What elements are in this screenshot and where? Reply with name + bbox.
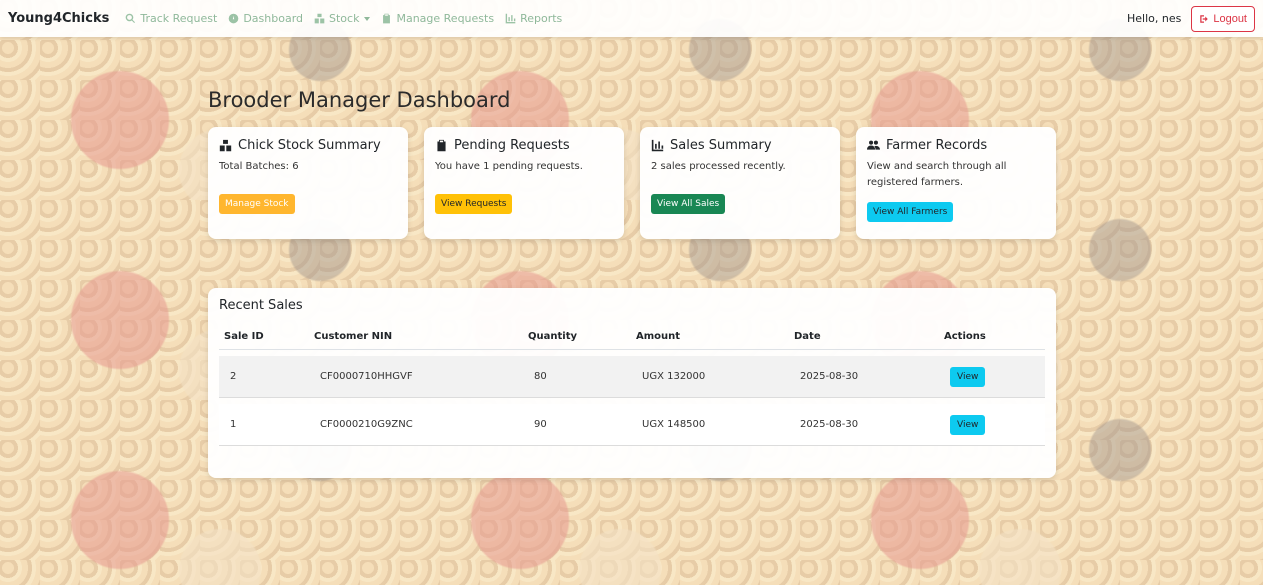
top-navbar: Young4Chicks Track Request Dashboard Sto… (0, 0, 1263, 37)
view-sale-button[interactable]: View (950, 366, 986, 387)
manage-stock-button[interactable]: Manage Stock (219, 194, 295, 214)
pending-requests-card: Pending Requests You have 1 pending requ… (424, 127, 624, 239)
logout-icon (1200, 14, 1209, 23)
date-cell: 2025-08-30 (789, 356, 939, 398)
quantity-cell: 80 (523, 356, 631, 398)
card-text: 2 sales processed recently. (651, 161, 786, 172)
chart-icon (651, 139, 664, 152)
view-sale-button[interactable]: View (950, 414, 986, 435)
table-row: 2 CF0000710HHGVF 80 UGX 132000 2025-08-3… (219, 356, 1045, 398)
view-all-sales-button[interactable]: View All Sales (651, 194, 726, 214)
card-title: Sales Summary (670, 138, 772, 153)
brand-logo[interactable]: Young4Chicks (8, 11, 109, 26)
column-header: Sale ID (219, 325, 309, 350)
chick-stock-summary-card: Chick Stock Summary Total Batches: 6 Man… (208, 127, 408, 239)
card-text: View and search through all registered f… (867, 161, 1007, 188)
amount-cell: UGX 148500 (631, 404, 789, 446)
boxes-icon (219, 139, 232, 152)
column-header: Actions (939, 325, 1045, 350)
nav-stock-dropdown[interactable]: Stock (314, 12, 371, 25)
column-header: Amount (631, 325, 789, 350)
users-icon (867, 140, 880, 150)
chevron-down-icon (364, 16, 371, 21)
dashboard-icon (229, 13, 239, 24)
boxes-icon (314, 13, 325, 24)
clipboard-icon (437, 139, 446, 152)
page-title: Brooder Manager Dashboard (208, 88, 511, 112)
clipboard-icon (383, 13, 391, 24)
nav-reports[interactable]: Reports (505, 12, 562, 25)
sale-id-cell: 2 (219, 356, 309, 398)
quantity-cell: 90 (523, 404, 631, 446)
view-requests-button[interactable]: View Requests (435, 194, 513, 214)
section-title: Recent Sales (219, 298, 303, 313)
chart-icon (505, 13, 516, 24)
customer-nin-cell: CF0000710HHGVF (309, 356, 523, 398)
nav-track-request[interactable]: Track Request (125, 12, 217, 25)
sales-summary-card: Sales Summary 2 sales processed recently… (640, 127, 840, 239)
column-header: Quantity (523, 325, 631, 350)
date-cell: 2025-08-30 (789, 404, 939, 446)
card-title: Farmer Records (886, 138, 988, 153)
column-header: Date (789, 325, 939, 350)
view-all-farmers-button[interactable]: View All Farmers (867, 202, 954, 222)
nav-manage-requests[interactable]: Manage Requests (381, 12, 494, 25)
card-title: Chick Stock Summary (238, 138, 381, 153)
card-text: Total Batches: 6 (219, 161, 299, 172)
customer-nin-cell: CF0000210G9ZNC (309, 404, 523, 446)
sale-id-cell: 1 (219, 404, 309, 446)
amount-cell: UGX 132000 (631, 356, 789, 398)
nav-dashboard[interactable]: Dashboard (228, 12, 303, 25)
card-text: You have 1 pending requests. (435, 161, 583, 172)
farmer-records-card: Farmer Records View and search through a… (856, 127, 1056, 239)
recent-sales-card: Recent Sales Sale ID Customer NIN Quanti… (208, 288, 1056, 478)
user-greeting: Hello, nes (1126, 12, 1182, 25)
logout-button[interactable]: Logout (1191, 5, 1255, 32)
column-header: Customer NIN (309, 325, 523, 350)
search-icon (126, 13, 136, 23)
table-row: 1 CF0000210G9ZNC 90 UGX 148500 2025-08-3… (219, 404, 1045, 446)
recent-sales-table: Sale ID Customer NIN Quantity Amount Dat… (219, 325, 1045, 446)
card-title: Pending Requests (454, 138, 570, 153)
